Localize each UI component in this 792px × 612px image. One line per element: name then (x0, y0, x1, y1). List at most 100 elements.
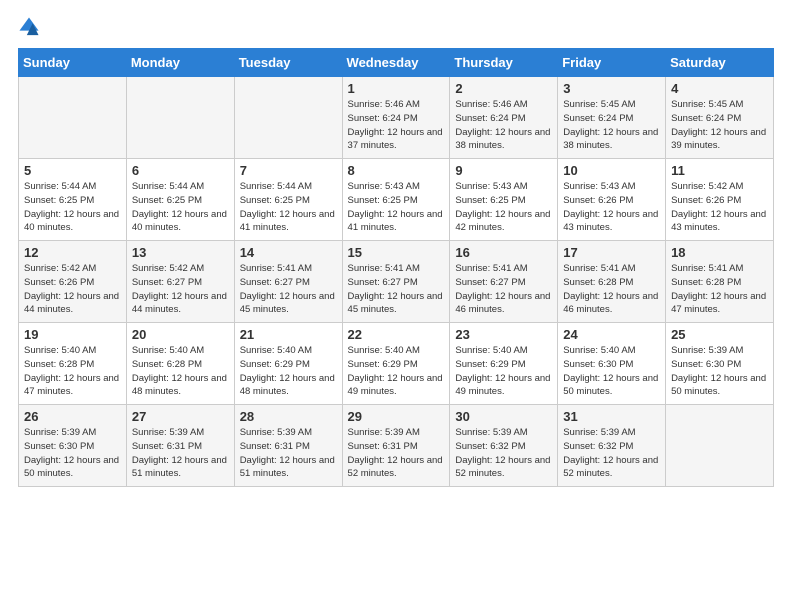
day-info: Sunrise: 5:45 AM Sunset: 6:24 PM Dayligh… (671, 98, 768, 153)
day-number: 11 (671, 163, 768, 178)
day-number: 2 (455, 81, 552, 96)
day-info: Sunrise: 5:43 AM Sunset: 6:25 PM Dayligh… (455, 180, 552, 235)
calendar-cell: 19 Sunrise: 5:40 AM Sunset: 6:28 PM Dayli… (19, 323, 127, 405)
day-info: Sunrise: 5:39 AM Sunset: 6:30 PM Dayligh… (24, 426, 121, 481)
calendar-cell: 10 Sunrise: 5:43 AM Sunset: 6:26 PM Dayli… (558, 159, 666, 241)
day-info: Sunrise: 5:42 AM Sunset: 6:26 PM Dayligh… (24, 262, 121, 317)
calendar-cell: 26 Sunrise: 5:39 AM Sunset: 6:30 PM Dayli… (19, 405, 127, 487)
day-info: Sunrise: 5:42 AM Sunset: 6:27 PM Dayligh… (132, 262, 229, 317)
day-info: Sunrise: 5:44 AM Sunset: 6:25 PM Dayligh… (240, 180, 337, 235)
day-info: Sunrise: 5:46 AM Sunset: 6:24 PM Dayligh… (455, 98, 552, 153)
day-number: 14 (240, 245, 337, 260)
day-info: Sunrise: 5:46 AM Sunset: 6:24 PM Dayligh… (348, 98, 445, 153)
calendar-cell (19, 77, 127, 159)
day-number: 3 (563, 81, 660, 96)
day-number: 5 (24, 163, 121, 178)
day-info: Sunrise: 5:40 AM Sunset: 6:29 PM Dayligh… (455, 344, 552, 399)
calendar-week-row: 19 Sunrise: 5:40 AM Sunset: 6:28 PM Dayli… (19, 323, 774, 405)
day-info: Sunrise: 5:43 AM Sunset: 6:25 PM Dayligh… (348, 180, 445, 235)
day-number: 8 (348, 163, 445, 178)
weekday-header-friday: Friday (558, 49, 666, 77)
page: SundayMondayTuesdayWednesdayThursdayFrid… (0, 0, 792, 612)
calendar-cell: 28 Sunrise: 5:39 AM Sunset: 6:31 PM Dayli… (234, 405, 342, 487)
calendar-cell: 24 Sunrise: 5:40 AM Sunset: 6:30 PM Dayli… (558, 323, 666, 405)
day-number: 18 (671, 245, 768, 260)
calendar-week-row: 12 Sunrise: 5:42 AM Sunset: 6:26 PM Dayli… (19, 241, 774, 323)
day-number: 10 (563, 163, 660, 178)
calendar-cell: 23 Sunrise: 5:40 AM Sunset: 6:29 PM Dayli… (450, 323, 558, 405)
day-info: Sunrise: 5:39 AM Sunset: 6:32 PM Dayligh… (455, 426, 552, 481)
day-info: Sunrise: 5:41 AM Sunset: 6:27 PM Dayligh… (455, 262, 552, 317)
calendar-cell: 8 Sunrise: 5:43 AM Sunset: 6:25 PM Daylig… (342, 159, 450, 241)
day-info: Sunrise: 5:39 AM Sunset: 6:30 PM Dayligh… (671, 344, 768, 399)
calendar-cell: 29Sunrise: 5:39 AM Sunset: 6:31 PM Dayli… (342, 405, 450, 487)
weekday-header-tuesday: Tuesday (234, 49, 342, 77)
day-info: Sunrise: 5:40 AM Sunset: 6:29 PM Dayligh… (348, 344, 445, 399)
day-info: Sunrise: 5:39 AM Sunset: 6:32 PM Dayligh… (563, 426, 660, 481)
day-info: Sunrise: 5:44 AM Sunset: 6:25 PM Dayligh… (132, 180, 229, 235)
day-number: 22 (348, 327, 445, 342)
calendar-cell: 14 Sunrise: 5:41 AM Sunset: 6:27 PM Dayli… (234, 241, 342, 323)
calendar-cell: 13 Sunrise: 5:42 AM Sunset: 6:27 PM Dayli… (126, 241, 234, 323)
logo-icon (18, 16, 40, 38)
day-info: Sunrise: 5:40 AM Sunset: 6:29 PM Dayligh… (240, 344, 337, 399)
day-info: Sunrise: 5:39 AM Sunset: 6:31 PM Dayligh… (240, 426, 337, 481)
calendar-cell: 21Sunrise: 5:40 AM Sunset: 6:29 PM Dayli… (234, 323, 342, 405)
day-info: Sunrise: 5:44 AM Sunset: 6:25 PM Dayligh… (24, 180, 121, 235)
day-number: 13 (132, 245, 229, 260)
weekday-header-wednesday: Wednesday (342, 49, 450, 77)
calendar-cell: 25 Sunrise: 5:39 AM Sunset: 6:30 PM Dayli… (666, 323, 774, 405)
calendar-cell: 20Sunrise: 5:40 AM Sunset: 6:28 PM Dayli… (126, 323, 234, 405)
day-info: Sunrise: 5:45 AM Sunset: 6:24 PM Dayligh… (563, 98, 660, 153)
calendar-cell: 7 Sunrise: 5:44 AM Sunset: 6:25 PM Daylig… (234, 159, 342, 241)
calendar-cell: 9 Sunrise: 5:43 AM Sunset: 6:25 PM Daylig… (450, 159, 558, 241)
calendar-cell: 6 Sunrise: 5:44 AM Sunset: 6:25 PM Daylig… (126, 159, 234, 241)
day-info: Sunrise: 5:40 AM Sunset: 6:28 PM Dayligh… (24, 344, 121, 399)
calendar-cell: 18Sunrise: 5:41 AM Sunset: 6:28 PM Dayli… (666, 241, 774, 323)
calendar-cell: 30Sunrise: 5:39 AM Sunset: 6:32 PM Dayli… (450, 405, 558, 487)
day-number: 23 (455, 327, 552, 342)
calendar-cell: 2 Sunrise: 5:46 AM Sunset: 6:24 PM Daylig… (450, 77, 558, 159)
calendar-header-row: SundayMondayTuesdayWednesdayThursdayFrid… (19, 49, 774, 77)
day-number: 16 (455, 245, 552, 260)
weekday-header-saturday: Saturday (666, 49, 774, 77)
calendar-cell: 22 Sunrise: 5:40 AM Sunset: 6:29 PM Dayli… (342, 323, 450, 405)
day-number: 4 (671, 81, 768, 96)
calendar-cell (666, 405, 774, 487)
day-info: Sunrise: 5:40 AM Sunset: 6:30 PM Dayligh… (563, 344, 660, 399)
calendar-week-row: 5 Sunrise: 5:44 AM Sunset: 6:25 PM Daylig… (19, 159, 774, 241)
day-number: 9 (455, 163, 552, 178)
calendar-cell: 4 Sunrise: 5:45 AM Sunset: 6:24 PM Daylig… (666, 77, 774, 159)
day-number: 28 (240, 409, 337, 424)
day-number: 12 (24, 245, 121, 260)
calendar-cell: 17Sunrise: 5:41 AM Sunset: 6:28 PM Dayli… (558, 241, 666, 323)
day-number: 26 (24, 409, 121, 424)
calendar-week-row: 26 Sunrise: 5:39 AM Sunset: 6:30 PM Dayli… (19, 405, 774, 487)
header (18, 16, 774, 38)
day-number: 17 (563, 245, 660, 260)
day-number: 1 (348, 81, 445, 96)
calendar-week-row: 1 Sunrise: 5:46 AM Sunset: 6:24 PM Daylig… (19, 77, 774, 159)
day-number: 25 (671, 327, 768, 342)
day-info: Sunrise: 5:42 AM Sunset: 6:26 PM Dayligh… (671, 180, 768, 235)
day-info: Sunrise: 5:43 AM Sunset: 6:26 PM Dayligh… (563, 180, 660, 235)
logo (18, 16, 44, 38)
day-number: 7 (240, 163, 337, 178)
calendar-cell: 27 Sunrise: 5:39 AM Sunset: 6:31 PM Dayli… (126, 405, 234, 487)
day-info: Sunrise: 5:41 AM Sunset: 6:27 PM Dayligh… (348, 262, 445, 317)
calendar-cell: 12 Sunrise: 5:42 AM Sunset: 6:26 PM Dayli… (19, 241, 127, 323)
day-number: 6 (132, 163, 229, 178)
day-number: 19 (24, 327, 121, 342)
calendar-cell: 31 Sunrise: 5:39 AM Sunset: 6:32 PM Dayli… (558, 405, 666, 487)
day-info: Sunrise: 5:41 AM Sunset: 6:27 PM Dayligh… (240, 262, 337, 317)
calendar-cell: 11 Sunrise: 5:42 AM Sunset: 6:26 PM Dayli… (666, 159, 774, 241)
calendar-cell (234, 77, 342, 159)
day-number: 15 (348, 245, 445, 260)
calendar-cell (126, 77, 234, 159)
calendar-cell: 5 Sunrise: 5:44 AM Sunset: 6:25 PM Daylig… (19, 159, 127, 241)
weekday-header-sunday: Sunday (19, 49, 127, 77)
day-info: Sunrise: 5:39 AM Sunset: 6:31 PM Dayligh… (132, 426, 229, 481)
day-number: 24 (563, 327, 660, 342)
day-number: 27 (132, 409, 229, 424)
day-number: 31 (563, 409, 660, 424)
